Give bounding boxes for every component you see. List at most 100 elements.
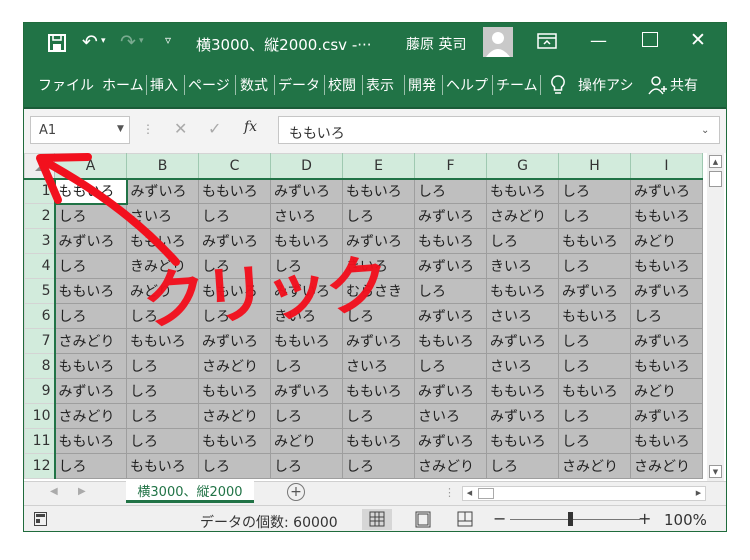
cell[interactable]: ももいろ [558, 378, 631, 404]
horizontal-scrollbar[interactable]: ◀ ▶ [462, 486, 706, 501]
cell[interactable]: しろ [558, 253, 631, 279]
cell[interactable]: しろ [126, 428, 199, 454]
cell[interactable]: みずいろ [54, 378, 127, 404]
cell[interactable]: しろ [54, 303, 127, 329]
cell[interactable]: ももいろ [342, 428, 415, 454]
redo-dropdown-icon[interactable]: ▾ [139, 36, 144, 46]
cell[interactable]: ももいろ [630, 253, 703, 279]
cell[interactable]: さみどり [198, 403, 271, 429]
row-header[interactable]: 3 [24, 228, 56, 254]
cell[interactable]: みどり [630, 228, 703, 254]
cell[interactable]: みずいろ [342, 328, 415, 354]
row-header[interactable]: 10 [24, 403, 56, 429]
tab-view[interactable]: 表示 [366, 75, 394, 95]
macro-record-icon[interactable] [34, 512, 47, 526]
cell[interactable]: ももいろ [198, 378, 271, 404]
cell[interactable]: ももいろ [486, 178, 559, 204]
row-header[interactable]: 7 [24, 328, 56, 354]
cell[interactable]: しろ [558, 203, 631, 229]
formula-input[interactable]: ももいろ ⌄ [278, 116, 720, 144]
column-header-h[interactable]: H [558, 153, 631, 180]
tab-scroll-right-icon[interactable]: ▶ [78, 486, 86, 497]
row-header[interactable]: 2 [24, 203, 56, 229]
cell[interactable]: みずいろ [414, 253, 487, 279]
column-header-c[interactable]: C [198, 153, 271, 180]
scroll-down-icon[interactable]: ▼ [709, 465, 722, 478]
cell[interactable]: みずいろ [414, 428, 487, 454]
cell[interactable]: みずいろ [486, 403, 559, 429]
cell[interactable]: ももいろ [414, 328, 487, 354]
column-header-f[interactable]: F [414, 153, 487, 180]
cell[interactable]: しろ [198, 253, 271, 279]
cell[interactable]: きみどり [126, 253, 199, 279]
cell[interactable]: しろ [558, 328, 631, 354]
cell[interactable]: ももいろ [414, 228, 487, 254]
cell[interactable]: しろ [486, 453, 559, 479]
cell[interactable]: しろ [126, 303, 199, 329]
scroll-left-icon[interactable]: ◀ [464, 488, 475, 499]
expand-formula-icon[interactable]: ⌄ [701, 125, 709, 136]
cell[interactable]: しろ [54, 453, 127, 479]
cell[interactable]: ももいろ [53, 177, 128, 205]
save-icon[interactable] [46, 32, 68, 54]
cell[interactable]: さみどり [198, 353, 271, 379]
tab-splitter-icon[interactable]: ⋮ [444, 486, 455, 499]
user-name[interactable]: 藤原 英司 [406, 34, 466, 54]
cell[interactable]: みずいろ [558, 278, 631, 304]
cell[interactable]: さみどり [558, 453, 631, 479]
zoom-out-icon[interactable]: − [493, 509, 506, 528]
cell[interactable]: さみどり [54, 403, 127, 429]
tab-team[interactable]: チーム [496, 75, 538, 95]
cell[interactable]: しろ [342, 453, 415, 479]
row-header[interactable]: 11 [24, 428, 56, 454]
cell[interactable]: ももいろ [630, 353, 703, 379]
share-person-icon[interactable] [648, 75, 668, 95]
cell[interactable]: しろ [486, 228, 559, 254]
row-header[interactable]: 8 [24, 353, 56, 379]
cell[interactable]: しろ [558, 403, 631, 429]
scroll-up-icon[interactable]: ▲ [709, 155, 722, 168]
undo-icon[interactable]: ↶ [82, 31, 98, 53]
cell[interactable]: ももいろ [486, 428, 559, 454]
cell[interactable]: さいろ [342, 353, 415, 379]
cell[interactable]: ももいろ [54, 353, 127, 379]
cell[interactable]: みずいろ [270, 278, 343, 304]
cell[interactable]: さいろ [126, 203, 199, 229]
page-layout-view-button[interactable] [408, 509, 438, 530]
sheet-tab[interactable]: 横3000、縦2000 [126, 481, 254, 503]
tab-file[interactable]: ファイル [38, 75, 94, 95]
ribbon-display-options-icon[interactable] [537, 32, 557, 50]
cell[interactable]: ももいろ [270, 228, 343, 254]
column-header-a[interactable]: A [54, 153, 127, 180]
cell[interactable]: ももいろ [54, 428, 127, 454]
tab-developer[interactable]: 開発 [408, 75, 436, 95]
zoom-slider-thumb[interactable] [568, 512, 573, 526]
cell[interactable]: ももいろ [126, 328, 199, 354]
tab-formulas[interactable]: 数式 [240, 75, 268, 95]
column-header-b[interactable]: B [126, 153, 199, 180]
cell[interactable]: みずいろ [414, 303, 487, 329]
cell[interactable]: みずいろ [270, 178, 343, 204]
tab-page-layout[interactable]: ページ [188, 75, 230, 95]
cell[interactable]: みずいろ [414, 378, 487, 404]
cell[interactable]: しろ [342, 303, 415, 329]
formula-bar-splitter-icon[interactable]: ⋮ [142, 122, 154, 136]
cell[interactable]: みずいろ [414, 203, 487, 229]
column-header-i[interactable]: I [630, 153, 703, 180]
tab-insert[interactable]: 挿入 [150, 75, 178, 95]
cell[interactable]: しろ [270, 253, 343, 279]
column-header-g[interactable]: G [486, 153, 559, 180]
quick-access-dropdown-icon[interactable]: ▿ [165, 33, 171, 47]
cell[interactable]: みずいろ [630, 178, 703, 204]
cell[interactable]: ももいろ [486, 378, 559, 404]
cell[interactable]: みずいろ [630, 403, 703, 429]
cell[interactable]: しろ [198, 203, 271, 229]
cancel-icon[interactable]: ✕ [174, 119, 187, 138]
column-header-d[interactable]: D [270, 153, 343, 180]
close-icon[interactable]: ✕ [690, 29, 706, 51]
cell[interactable]: ももいろ [198, 178, 271, 204]
cell[interactable]: しろ [198, 303, 271, 329]
cell[interactable]: みずいろ [198, 228, 271, 254]
row-header[interactable]: 6 [24, 303, 56, 329]
avatar[interactable] [483, 27, 513, 57]
